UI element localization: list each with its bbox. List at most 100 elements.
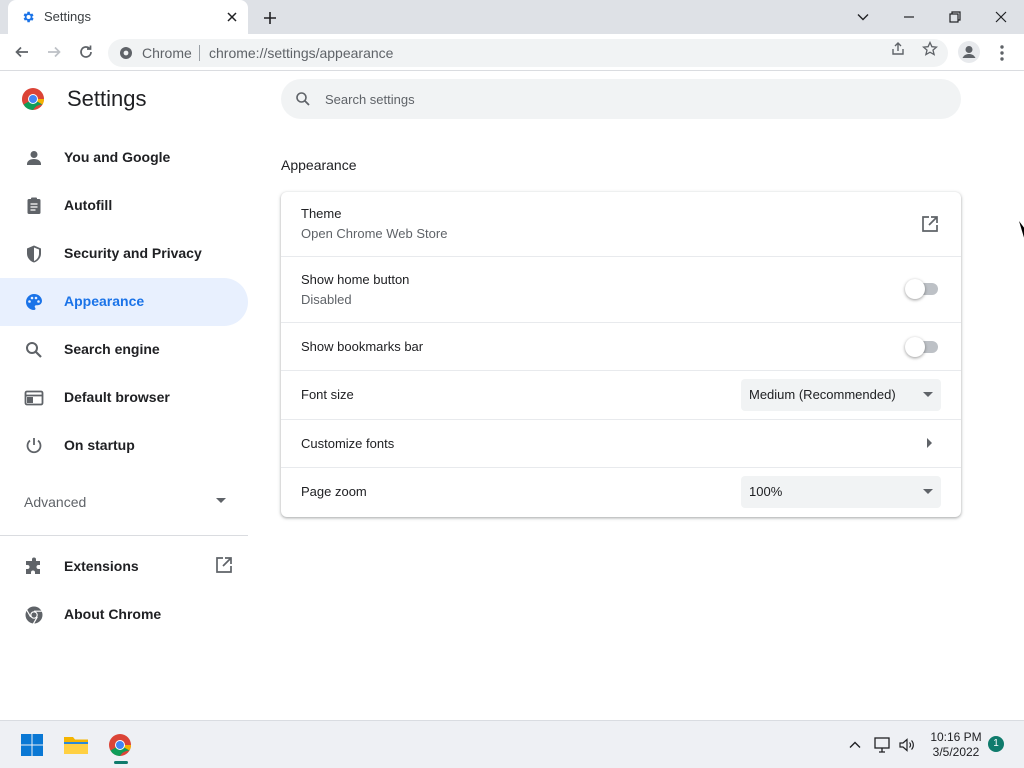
home-button-sublabel: Disabled xyxy=(301,292,352,307)
chevron-up-icon[interactable] xyxy=(845,736,865,754)
power-icon xyxy=(24,436,44,456)
theme-sublabel: Open Chrome Web Store xyxy=(301,226,448,241)
volume-icon[interactable] xyxy=(897,736,917,754)
sidebar-item-search-engine[interactable]: Search engine xyxy=(0,326,248,374)
page-zoom-label: Page zoom xyxy=(301,484,367,499)
search-icon xyxy=(295,91,311,107)
sidebar-item-label: Appearance xyxy=(64,293,145,309)
chrome-site-icon xyxy=(119,46,133,60)
new-tab-plus-icon[interactable] xyxy=(260,8,280,28)
tab-search-chevron-icon[interactable] xyxy=(840,0,886,34)
site-label: Chrome xyxy=(142,45,192,61)
font-size-select[interactable]: Medium (Recommended) xyxy=(741,379,941,411)
browser-window-icon xyxy=(24,388,44,408)
sidebar-item-label: Search engine xyxy=(64,341,160,357)
advanced-label: Advanced xyxy=(24,494,87,510)
sidebar-item-you-and-google[interactable]: You and Google xyxy=(0,134,248,182)
page-title: Settings xyxy=(67,86,147,111)
reload-icon[interactable] xyxy=(74,42,98,62)
sidebar-item-label: Autofill xyxy=(64,197,113,213)
bookmarks-bar-row: Show bookmarks bar xyxy=(281,322,961,370)
minimize-icon[interactable] xyxy=(886,0,932,34)
shield-icon xyxy=(24,244,44,264)
mouse-cursor-icon xyxy=(1019,221,1024,241)
gear-icon xyxy=(21,10,35,24)
clipboard-icon xyxy=(24,196,44,216)
chrome-outline-icon xyxy=(24,605,44,625)
open-in-new-icon[interactable] xyxy=(920,214,940,234)
omnibox-separator xyxy=(199,45,200,61)
sidebar-item-label: About Chrome xyxy=(64,606,162,622)
chrome-logo-icon xyxy=(21,87,45,111)
bookmarks-bar-label: Show bookmarks bar xyxy=(301,339,424,354)
sidebar-item-label: On startup xyxy=(64,437,135,453)
home-button-row: Show home button Disabled xyxy=(281,256,961,322)
restore-icon[interactable] xyxy=(932,0,978,34)
tab-strip: Settings xyxy=(0,0,1024,34)
sidebar-item-about-chrome[interactable]: About Chrome xyxy=(0,591,248,639)
sidebar-item-autofill[interactable]: Autofill xyxy=(0,182,248,230)
sidebar-item-label: You and Google xyxy=(64,149,171,165)
page-zoom-value: 100% xyxy=(749,484,783,499)
clock-date: 3/5/2022 xyxy=(932,745,980,759)
sidebar-item-security-and-privacy[interactable]: Security and Privacy xyxy=(0,230,248,278)
sidebar-item-default-browser[interactable]: Default browser xyxy=(0,374,248,422)
url-text[interactable]: chrome://settings/appearance xyxy=(209,45,393,61)
notification-badge[interactable]: 1 xyxy=(988,736,1004,752)
section-title: Appearance xyxy=(281,157,357,173)
font-size-label: Font size xyxy=(301,387,354,402)
search-input[interactable] xyxy=(325,87,925,111)
tab-title: Settings xyxy=(44,9,91,24)
browser-toolbar: Chrome chrome://settings/appearance xyxy=(0,34,1024,71)
system-clock[interactable]: 10:16 PM 3/5/2022 xyxy=(924,730,988,760)
toggle-knob xyxy=(905,337,925,357)
open-in-new-icon xyxy=(214,555,234,575)
sidebar-item-extensions[interactable]: Extensions xyxy=(0,543,248,591)
windows-start-icon[interactable] xyxy=(16,729,48,761)
forward-arrow-icon[interactable] xyxy=(42,42,66,62)
share-icon[interactable] xyxy=(888,40,908,58)
home-button-label: Show home button xyxy=(301,272,410,287)
chrome-taskbar-icon[interactable] xyxy=(104,729,136,761)
close-window-icon[interactable] xyxy=(978,0,1024,34)
page-zoom-row: Page zoom 100% xyxy=(281,467,961,517)
theme-row[interactable]: Theme Open Chrome Web Store xyxy=(281,192,961,256)
taskbar: 10:16 PM 3/5/2022 xyxy=(0,720,1024,768)
person-icon xyxy=(24,148,44,168)
bookmark-star-icon[interactable] xyxy=(920,40,940,58)
profile-avatar-icon[interactable] xyxy=(958,41,980,63)
font-size-row: Font size Medium (Recommended) xyxy=(281,370,961,419)
caret-down-icon xyxy=(216,498,226,504)
sidebar-item-label: Extensions xyxy=(64,558,139,574)
back-arrow-icon[interactable] xyxy=(10,42,34,62)
address-bar[interactable]: Chrome chrome://settings/appearance xyxy=(108,39,948,67)
search-settings-box[interactable] xyxy=(281,79,961,119)
clock-time: 10:16 PM xyxy=(930,730,982,744)
puzzle-piece-icon xyxy=(24,557,44,577)
sidebar-item-on-startup[interactable]: On startup xyxy=(0,422,248,470)
dropdown-arrow-icon xyxy=(923,489,933,495)
sidebar-advanced-toggle[interactable]: Advanced xyxy=(0,478,248,526)
palette-icon xyxy=(24,292,44,312)
customize-fonts-row[interactable]: Customize fonts xyxy=(281,419,961,467)
customize-fonts-label: Customize fonts xyxy=(301,436,395,451)
active-app-indicator xyxy=(114,761,128,764)
arrow-right-icon xyxy=(927,438,933,448)
file-explorer-icon[interactable] xyxy=(60,729,92,761)
toggle-knob xyxy=(905,279,925,299)
sidebar-item-label: Default browser xyxy=(64,389,170,405)
close-tab-icon[interactable] xyxy=(224,9,240,25)
font-size-value: Medium (Recommended) xyxy=(749,387,896,402)
sidebar-item-label: Security and Privacy xyxy=(64,245,202,261)
bookmarks-bar-toggle[interactable] xyxy=(905,337,940,357)
dropdown-arrow-icon xyxy=(923,392,933,398)
theme-label: Theme xyxy=(301,206,342,221)
search-icon xyxy=(24,340,44,360)
sidebar-item-appearance[interactable]: Appearance xyxy=(0,278,248,326)
sidebar-divider xyxy=(0,535,248,536)
more-menu-icon[interactable] xyxy=(994,43,1010,63)
network-icon[interactable] xyxy=(872,736,892,754)
tab-settings[interactable]: Settings xyxy=(8,0,248,34)
home-button-toggle[interactable] xyxy=(905,279,940,299)
page-zoom-select[interactable]: 100% xyxy=(741,476,941,508)
